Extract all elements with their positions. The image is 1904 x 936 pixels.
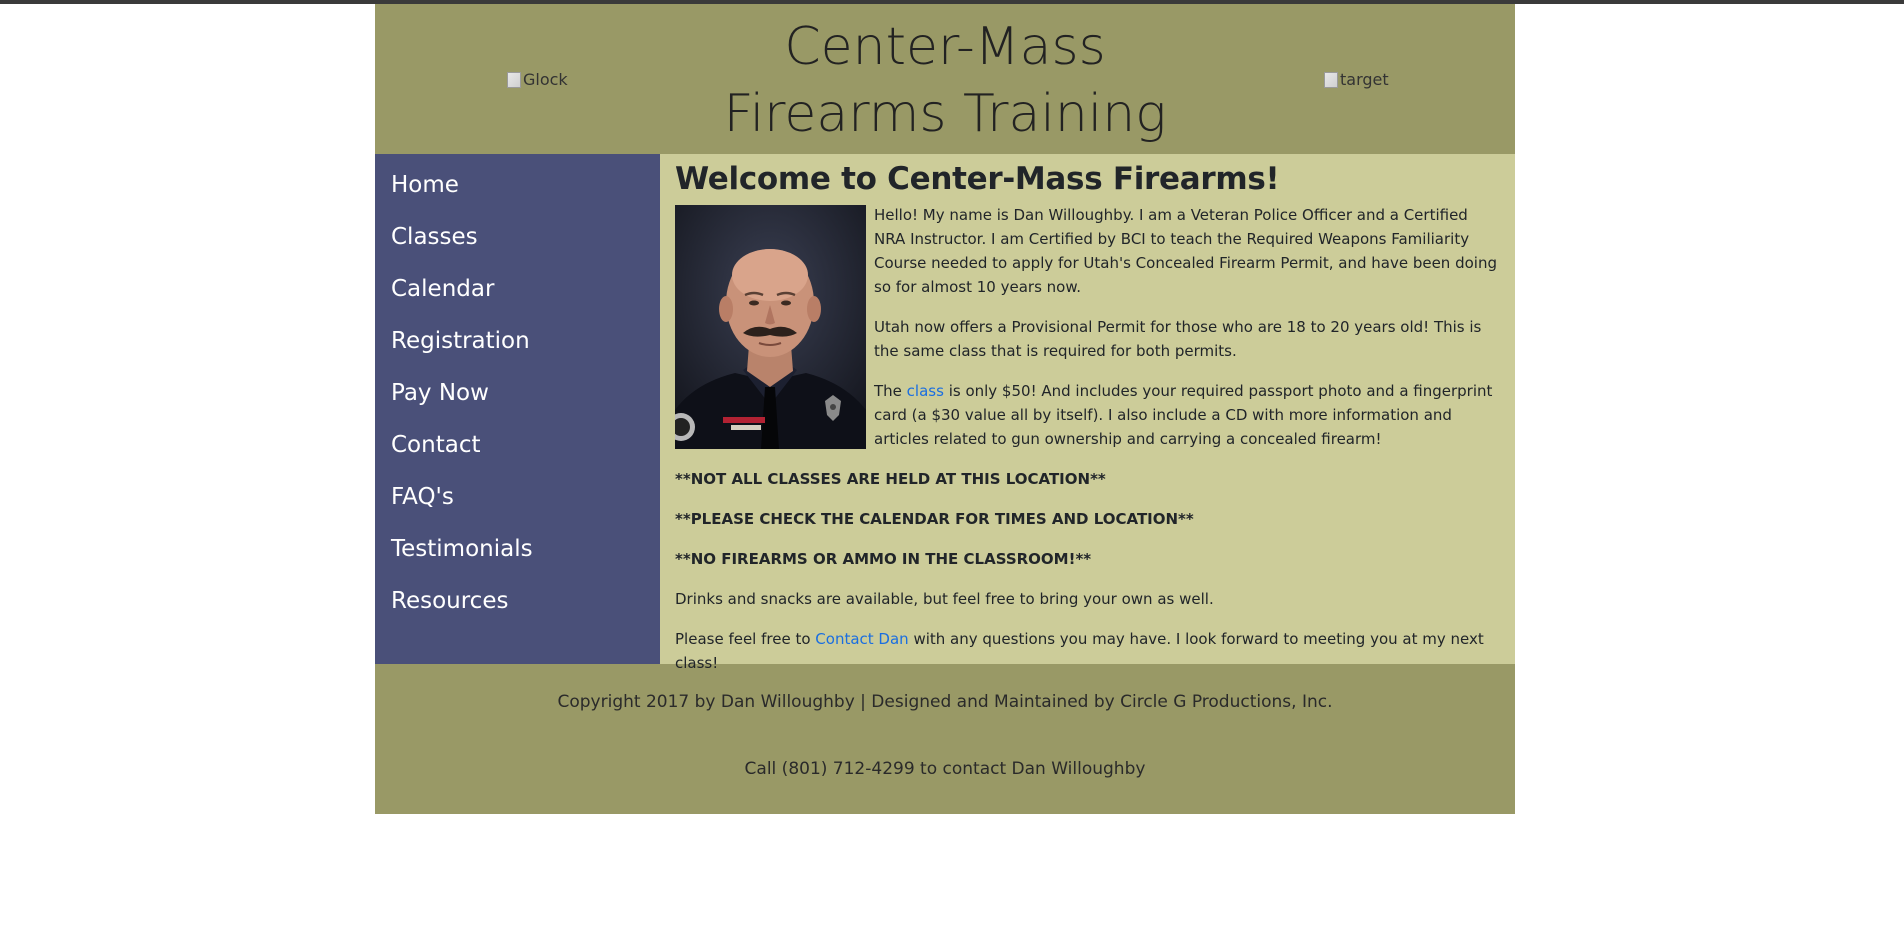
nav-item-home[interactable]: Home xyxy=(375,164,660,216)
sidebar-nav: Home Classes Calendar Registration Pay N… xyxy=(375,154,660,664)
class-link[interactable]: class xyxy=(907,382,944,400)
officer-photo xyxy=(675,205,866,449)
nav-item-classes[interactable]: Classes xyxy=(375,216,660,268)
notice-calendar: **PLEASE CHECK THE CALENDAR FOR TIMES AN… xyxy=(675,510,1194,528)
contact-paragraph: Please feel free to Contact Dan with any… xyxy=(675,627,1500,675)
nav-item-pay-now[interactable]: Pay Now xyxy=(375,372,660,424)
site-footer: Copyright 2017 by Dan Willoughby | Desig… xyxy=(375,664,1515,814)
class-price-text-end: is only $50! And includes your required … xyxy=(874,382,1493,448)
main-content: Welcome to Center-Mass Firearms! Hello! … xyxy=(660,154,1515,672)
class-price-text-start: The xyxy=(874,382,907,400)
nav-item-faqs[interactable]: FAQ's xyxy=(375,476,660,528)
broken-image-icon xyxy=(1324,71,1338,88)
target-image-alt: target xyxy=(1340,70,1389,89)
target-image: target xyxy=(1324,70,1389,89)
welcome-heading: Welcome to Center-Mass Firearms! xyxy=(675,161,1280,197)
nav-item-resources[interactable]: Resources xyxy=(375,580,660,632)
page-container: Glock Center-Mass Firearms Training targ… xyxy=(375,4,1515,814)
nav-item-contact[interactable]: Contact xyxy=(375,424,660,476)
contact-text-start: Please feel free to xyxy=(675,630,816,648)
site-header: Glock Center-Mass Firearms Training targ… xyxy=(375,4,1515,154)
nav-item-testimonials[interactable]: Testimonials xyxy=(375,528,660,580)
nav-item-registration[interactable]: Registration xyxy=(375,320,660,372)
nav-item-calendar[interactable]: Calendar xyxy=(375,268,660,320)
drinks-paragraph: Drinks and snacks are available, but fee… xyxy=(675,590,1214,608)
notice-location: **NOT ALL CLASSES ARE HELD AT THIS LOCAT… xyxy=(675,470,1106,488)
officer-portrait-icon xyxy=(675,205,866,449)
contact-dan-link[interactable]: Contact Dan xyxy=(815,630,908,648)
site-title-line1: Center-Mass xyxy=(784,17,1106,77)
main-row: Home Classes Calendar Registration Pay N… xyxy=(375,154,1515,672)
notice-no-firearms: **NO FIREARMS OR AMMO IN THE CLASSROOM!*… xyxy=(675,550,1092,568)
site-title-line2: Firearms Training xyxy=(723,84,1167,144)
call-text: Call (801) 712-4299 to contact Dan Willo… xyxy=(744,759,1146,779)
